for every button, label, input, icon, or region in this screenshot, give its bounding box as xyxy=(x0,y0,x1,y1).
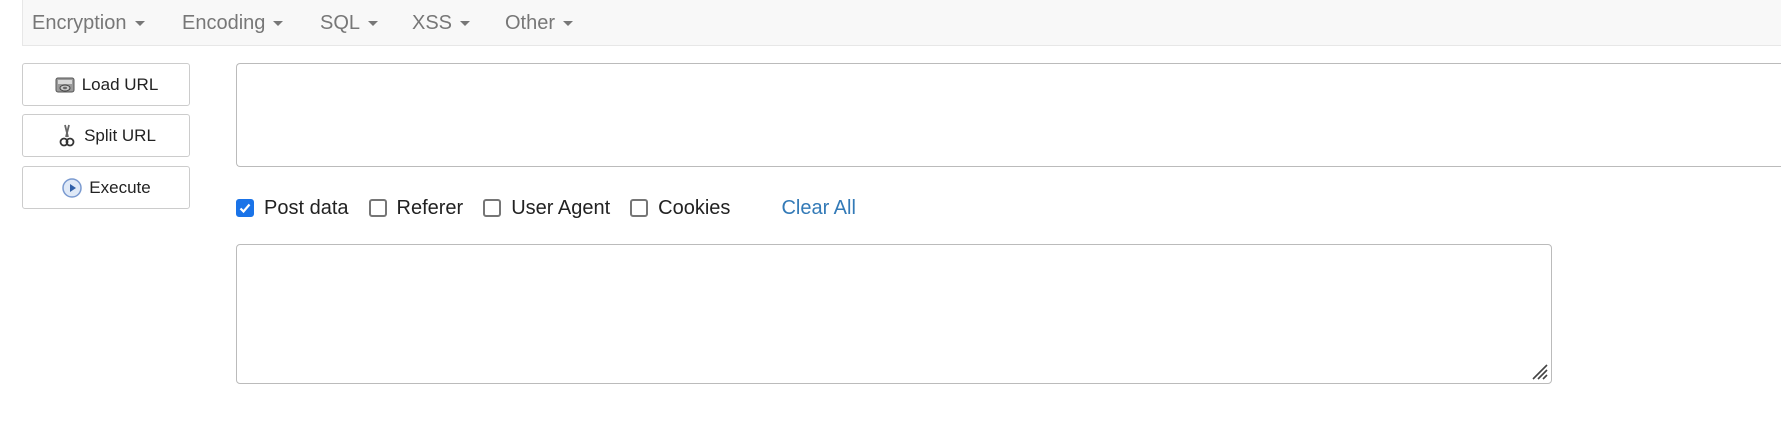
menu-label: Encoding xyxy=(182,12,266,34)
caret-down-icon xyxy=(368,21,379,27)
menu-label: Other xyxy=(505,12,556,34)
cookies-label: Cookies xyxy=(658,196,731,219)
menu-xss[interactable]: XSS xyxy=(412,0,471,46)
menu-label: Encryption xyxy=(32,12,127,34)
post-data-checkbox[interactable] xyxy=(236,199,254,217)
menu-encryption[interactable]: Encryption xyxy=(32,0,145,46)
post-data-input[interactable] xyxy=(236,244,1552,384)
menu-other[interactable]: Other xyxy=(505,0,574,46)
cookies-checkbox[interactable] xyxy=(630,199,649,217)
user-agent-option[interactable]: User Agent xyxy=(483,197,610,220)
referer-label: Referer xyxy=(396,196,464,219)
user-agent-checkbox[interactable] xyxy=(483,199,502,217)
resize-grip-icon[interactable] xyxy=(1527,359,1549,381)
scissors-icon xyxy=(56,124,78,147)
caret-down-icon xyxy=(273,21,284,27)
menu-label: XSS xyxy=(412,12,453,34)
referer-checkbox[interactable] xyxy=(368,199,387,217)
execute-label: Execute xyxy=(89,177,151,197)
load-url-icon xyxy=(54,74,76,96)
load-url-button[interactable]: Load URL xyxy=(22,63,190,106)
menu-label: SQL xyxy=(320,12,361,34)
menu-sql[interactable]: SQL xyxy=(320,0,379,46)
clear-all-link[interactable]: Clear All xyxy=(781,197,855,220)
caret-down-icon xyxy=(460,21,471,27)
caret-down-icon xyxy=(563,21,574,27)
execute-button[interactable]: Execute xyxy=(22,166,190,209)
options-row: Post data Referer User Agent Cookies Cle… xyxy=(236,194,856,222)
referer-option[interactable]: Referer xyxy=(368,196,464,220)
url-input[interactable] xyxy=(236,63,1781,167)
menu-encoding[interactable]: Encoding xyxy=(182,0,284,46)
cookies-option[interactable]: Cookies xyxy=(630,197,730,220)
split-url-label: Split URL xyxy=(84,125,156,145)
top-menu-bar: Encryption Encoding SQL XSS Other xyxy=(22,0,1781,46)
load-url-label: Load URL xyxy=(81,74,159,94)
play-icon xyxy=(61,177,83,199)
post-data-label: Post data xyxy=(264,196,349,219)
post-data-option[interactable]: Post data xyxy=(236,197,349,220)
caret-down-icon xyxy=(134,21,145,27)
user-agent-label: User Agent xyxy=(511,196,611,219)
split-url-button[interactable]: Split URL xyxy=(22,114,190,157)
